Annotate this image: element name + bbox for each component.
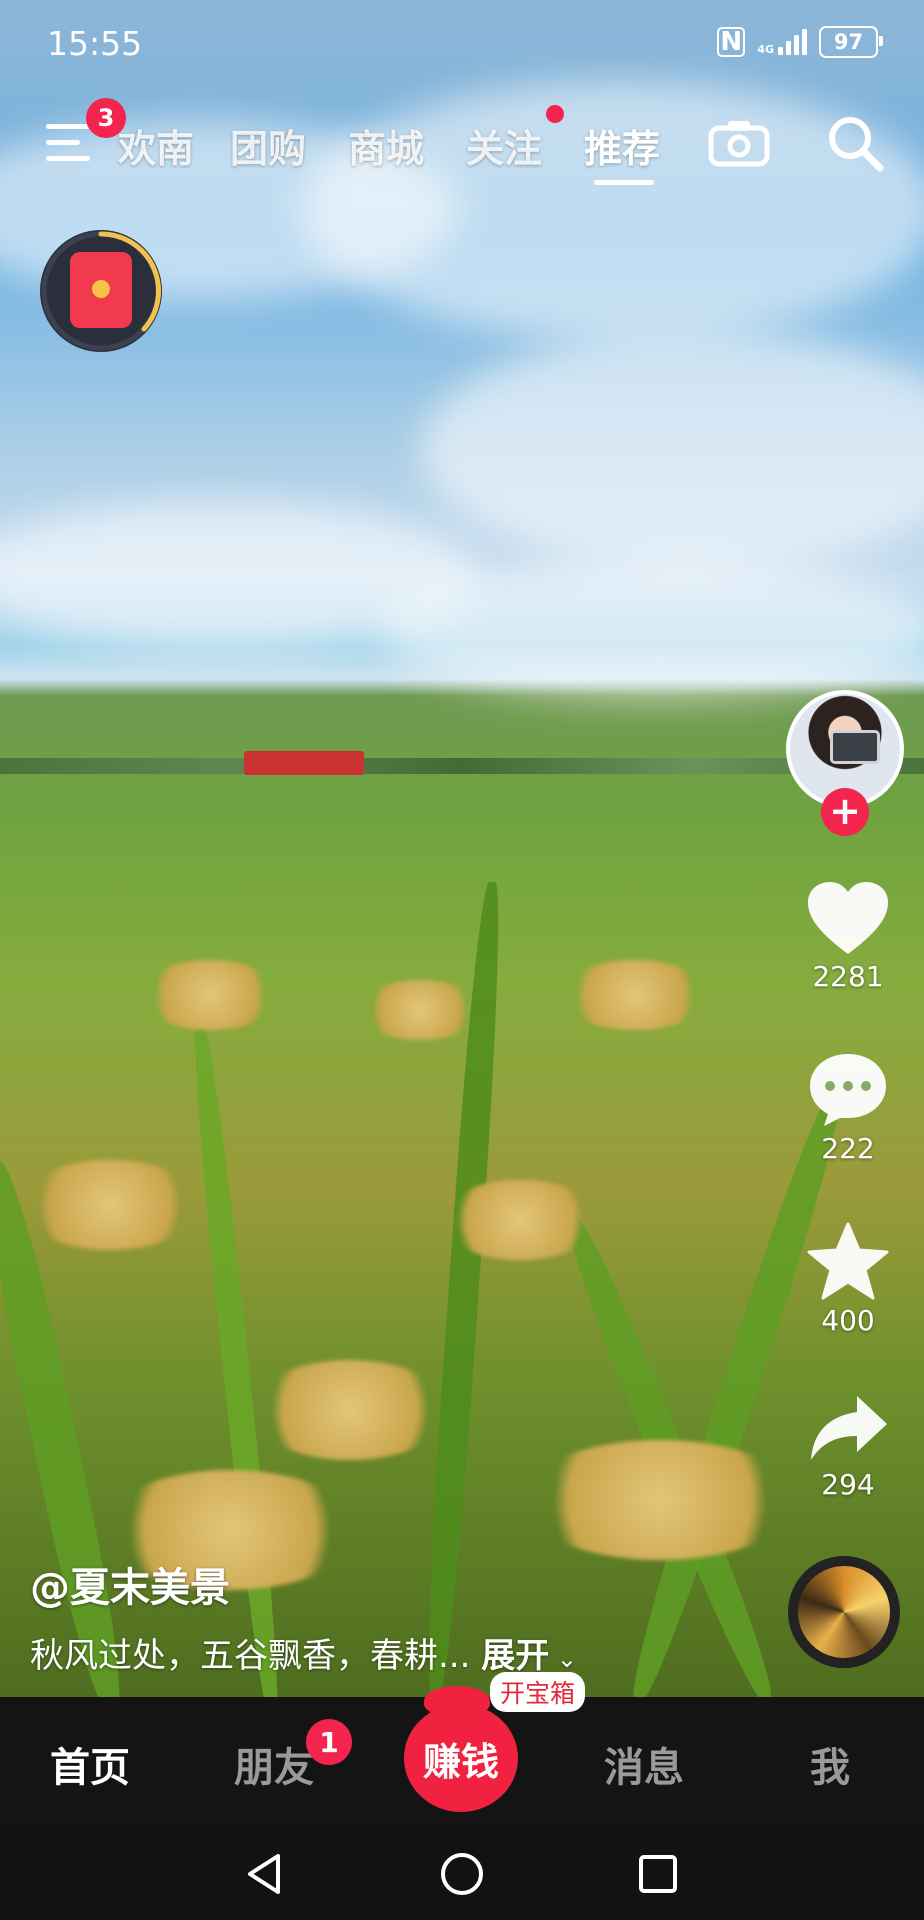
- status-icons: N 4G 97: [717, 26, 883, 58]
- earn-button[interactable]: 赚钱: [404, 1704, 518, 1812]
- active-tab-indicator: [594, 180, 654, 185]
- share-button[interactable]: 294: [786, 1392, 910, 1501]
- tab-group-buy[interactable]: 团购: [230, 118, 306, 173]
- like-count: 2281: [812, 960, 884, 993]
- system-nav-bar: [0, 1824, 924, 1920]
- recents-icon[interactable]: [638, 1854, 678, 1894]
- like-button[interactable]: 2281: [786, 880, 910, 993]
- nfc-icon: N: [717, 27, 746, 57]
- comment-button[interactable]: 222: [786, 1050, 910, 1165]
- share-icon: [811, 1396, 887, 1460]
- heart-icon: [808, 882, 888, 954]
- video-caption[interactable]: 秋风过处，五谷飘香，春耕... 展开 ⌄: [30, 1628, 577, 1677]
- red-packet-seal: [92, 280, 110, 298]
- music-disc[interactable]: [788, 1556, 900, 1668]
- expand-button[interactable]: 展开: [481, 1636, 549, 1676]
- camera-icon[interactable]: [708, 118, 770, 168]
- search-icon[interactable]: [826, 114, 884, 172]
- network-indicator: 4G: [757, 29, 807, 55]
- tab-local[interactable]: 欢南: [118, 118, 194, 173]
- comment-count: 222: [821, 1132, 875, 1165]
- tab-following[interactable]: 关注: [466, 118, 542, 173]
- tab-recommended[interactable]: 推荐: [584, 118, 660, 173]
- open-treasure-badge[interactable]: 开宝箱: [490, 1672, 586, 1712]
- home-icon[interactable]: [440, 1852, 484, 1896]
- network-label: 4G: [757, 43, 774, 56]
- earn-label: 赚钱: [422, 1739, 499, 1784]
- author-name[interactable]: @夏末美景: [30, 1555, 230, 1613]
- top-tabs: 欢南 团购 商城 关注 推荐: [0, 112, 924, 185]
- nav-me[interactable]: 我: [810, 1735, 850, 1793]
- caption-text: 秋风过处，五谷飘香，春耕...: [30, 1636, 471, 1676]
- battery-level: 97: [833, 30, 864, 54]
- nav-friends[interactable]: 朋友: [234, 1735, 314, 1793]
- signal-icon: [778, 29, 807, 55]
- tab-mall[interactable]: 商城: [348, 118, 424, 173]
- nav-messages[interactable]: 消息: [604, 1735, 684, 1793]
- red-packet-widget[interactable]: [40, 230, 162, 352]
- chevron-down-icon: ⌄: [549, 1645, 577, 1673]
- follow-button[interactable]: +: [821, 788, 869, 836]
- comment-icon: [810, 1054, 886, 1126]
- status-time: 15:55: [47, 24, 143, 63]
- following-dot: [546, 105, 564, 123]
- nav-home[interactable]: 首页: [50, 1735, 130, 1793]
- back-icon[interactable]: [244, 1852, 284, 1896]
- truck: [244, 751, 364, 775]
- favorite-button[interactable]: 400: [786, 1222, 910, 1337]
- favorite-count: 400: [821, 1304, 875, 1337]
- share-count: 294: [821, 1468, 875, 1501]
- battery-icon: 97: [819, 26, 883, 58]
- avatar-camera: [830, 730, 880, 764]
- star-icon: [807, 1222, 889, 1300]
- friends-badge: 1: [306, 1719, 352, 1765]
